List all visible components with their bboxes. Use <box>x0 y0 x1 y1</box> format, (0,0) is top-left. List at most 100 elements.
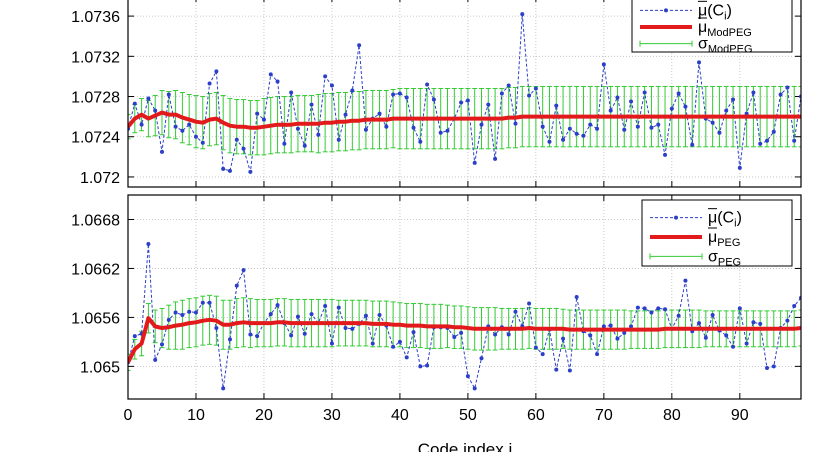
top-data-point <box>561 137 566 142</box>
bottom-data-point <box>561 336 566 341</box>
top-data-point <box>180 128 185 133</box>
bottom-data-point <box>710 312 715 317</box>
top-ytick-label: 1.0728 <box>71 90 120 107</box>
chart-canvas: 1.0721.07241.07281.07321.0736 μ(Ci)μModPE… <box>71 0 802 452</box>
top-ytick-label: 1.0724 <box>71 130 120 147</box>
bottom-data-point <box>275 303 280 308</box>
bottom-data-point <box>595 352 600 357</box>
bottom-data-point <box>493 332 498 337</box>
bottom-data-point <box>533 345 538 350</box>
bottom-data-point <box>506 332 511 337</box>
bottom-data-point <box>132 334 137 339</box>
top-ytick-label: 1.0736 <box>71 9 120 26</box>
top-data-point <box>268 72 273 77</box>
bottom-data-point <box>221 386 226 391</box>
bottom-legend-swatch-dot <box>674 215 678 220</box>
bottom-data-point <box>663 307 668 312</box>
top-data-point <box>724 108 729 113</box>
top-data-point <box>506 83 511 88</box>
bottom-xtick-label: 90 <box>731 407 749 424</box>
top-data-point <box>234 137 239 142</box>
bottom-data-point <box>370 341 375 346</box>
bottom-data-point <box>289 333 294 338</box>
bottom-ytick-label: 1.0656 <box>71 310 120 327</box>
bottom-data-point <box>153 357 158 362</box>
bottom-data-point <box>771 364 776 369</box>
top-data-point <box>241 146 246 151</box>
top-data-point <box>642 90 647 95</box>
top-data-point <box>751 90 756 95</box>
bottom-data-point <box>465 374 470 379</box>
bottom-data-point <box>751 320 756 325</box>
top-data-point <box>350 88 355 93</box>
bottom-data-point <box>146 241 151 246</box>
bottom-data-point <box>697 321 702 326</box>
bottom-data-point <box>404 355 409 360</box>
top-data-point <box>302 143 307 148</box>
bottom-data-point <box>452 334 457 339</box>
bottom-data-point <box>703 335 708 340</box>
bottom-data-point <box>391 344 396 349</box>
bottom-data-point <box>425 363 430 368</box>
top-data-point <box>377 111 382 116</box>
top-data-point <box>479 122 484 127</box>
top-data-point <box>159 149 164 154</box>
top-mean-line <box>128 110 801 130</box>
bottom-data-point <box>350 326 355 331</box>
top-data-point <box>629 99 634 104</box>
top-data-point <box>771 129 776 134</box>
top-data-point <box>758 141 763 146</box>
bottom-data-point <box>200 300 205 305</box>
bottom-data-point <box>731 344 736 349</box>
bottom-panel: 1.0651.06561.06621.0668 μ(Ci)μPEGσPEG0 10 2… <box>71 194 802 424</box>
top-data-point <box>622 127 627 132</box>
top-data-point <box>547 139 552 144</box>
bottom-data-point <box>336 305 341 310</box>
bottom-data-point <box>724 333 729 338</box>
top-data-point <box>710 120 715 125</box>
top-data-point <box>465 98 470 103</box>
top-data-point <box>248 169 253 174</box>
top-data-point <box>139 122 144 127</box>
top-data-point <box>316 132 321 137</box>
top-data-point <box>690 142 695 147</box>
top-data-point <box>445 128 450 133</box>
bottom-data-point <box>744 341 749 346</box>
top-data-point <box>527 93 532 98</box>
top-data-point <box>261 117 266 122</box>
bottom-xtick-label: 10 <box>187 407 205 424</box>
top-data-point <box>513 121 518 126</box>
top-data-point <box>323 74 328 79</box>
bottom-data-point <box>608 323 613 328</box>
bottom-data-point <box>343 326 348 331</box>
bottom-data-point <box>248 332 253 337</box>
bottom-data-point <box>227 337 232 342</box>
top-data-point <box>649 125 654 130</box>
bottom-data-point <box>656 306 661 311</box>
top-data-point <box>404 95 409 100</box>
top-data-point <box>493 156 498 161</box>
top-data-point <box>329 83 334 88</box>
top-data-point <box>391 92 396 97</box>
bottom-data-point <box>180 312 185 317</box>
top-data-point <box>289 90 294 95</box>
bottom-data-point <box>459 330 464 335</box>
bottom-data-point <box>193 310 198 315</box>
bottom-data-point <box>214 326 219 331</box>
top-data-point <box>221 166 226 171</box>
bottom-data-point <box>758 321 763 326</box>
bottom-data-point <box>765 365 770 370</box>
bottom-data-point <box>241 268 246 273</box>
top-data-point <box>581 133 586 138</box>
bottom-ytick-label: 1.0662 <box>71 261 120 278</box>
top-data-point <box>554 103 559 108</box>
bottom-data-point <box>615 336 620 341</box>
bottom-data-point <box>792 303 797 308</box>
bottom-data-point <box>397 339 402 344</box>
bottom-data-point <box>472 386 477 391</box>
x-axis-label: Code index i <box>418 440 513 452</box>
bottom-data-point <box>683 278 688 283</box>
bottom-data-point <box>574 295 579 299</box>
bottom-data-point <box>418 364 423 369</box>
bottom-data-point <box>411 330 416 335</box>
